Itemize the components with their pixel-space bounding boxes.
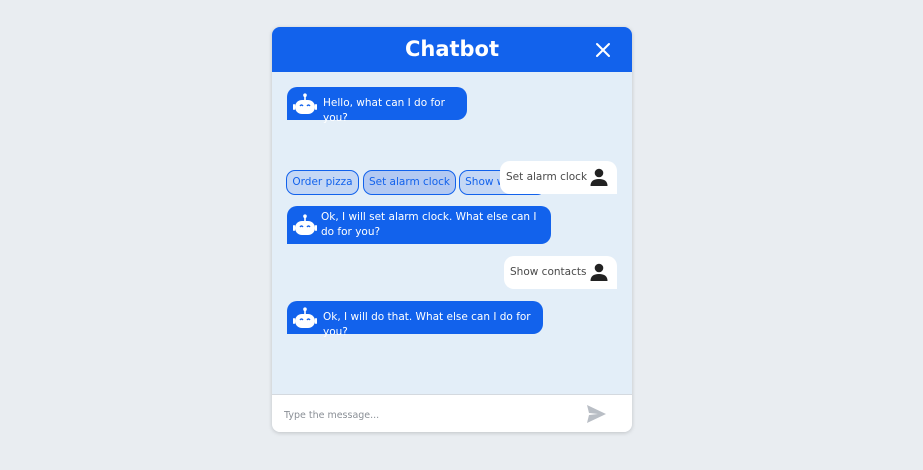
message-text: Ok, I will do that. What else can I do f… bbox=[323, 311, 531, 338]
send-button[interactable] bbox=[586, 404, 607, 424]
bot-message: Hello, what can I do for you? bbox=[287, 87, 467, 124]
bot-message: Ok, I will do that. What else can I do f… bbox=[287, 301, 543, 338]
chat-header: Chatbot bbox=[272, 27, 632, 72]
robot-icon bbox=[293, 93, 317, 114]
message-text: Set alarm clock bbox=[506, 171, 588, 183]
quick-reply-order-pizza[interactable]: Order pizza bbox=[286, 170, 359, 195]
message-text: Hello, what can I do for you? bbox=[323, 97, 445, 124]
bot-message: Ok, I will set alarm clock. What else ca… bbox=[287, 206, 551, 244]
close-icon bbox=[596, 43, 610, 57]
user-message: Show contacts bbox=[504, 256, 617, 289]
user-icon bbox=[590, 263, 608, 281]
robot-icon bbox=[293, 214, 317, 235]
send-icon bbox=[587, 405, 606, 423]
chat-window: Chatbot Hello, what can I do for you? Or… bbox=[272, 27, 632, 432]
user-icon bbox=[590, 168, 608, 186]
message-text: Show contacts bbox=[510, 266, 587, 278]
close-button[interactable] bbox=[593, 40, 613, 60]
user-message: Set alarm clock bbox=[500, 161, 617, 194]
quick-reply-set-alarm-clock[interactable]: Set alarm clock bbox=[363, 170, 456, 195]
robot-icon bbox=[293, 307, 317, 328]
chat-title: Chatbot bbox=[404, 37, 500, 61]
message-list[interactable]: Hello, what can I do for you? Order pizz… bbox=[272, 72, 632, 394]
message-input[interactable] bbox=[282, 403, 576, 427]
message-composer bbox=[272, 394, 632, 432]
message-text: Ok, I will set alarm clock. What else ca… bbox=[321, 211, 537, 238]
